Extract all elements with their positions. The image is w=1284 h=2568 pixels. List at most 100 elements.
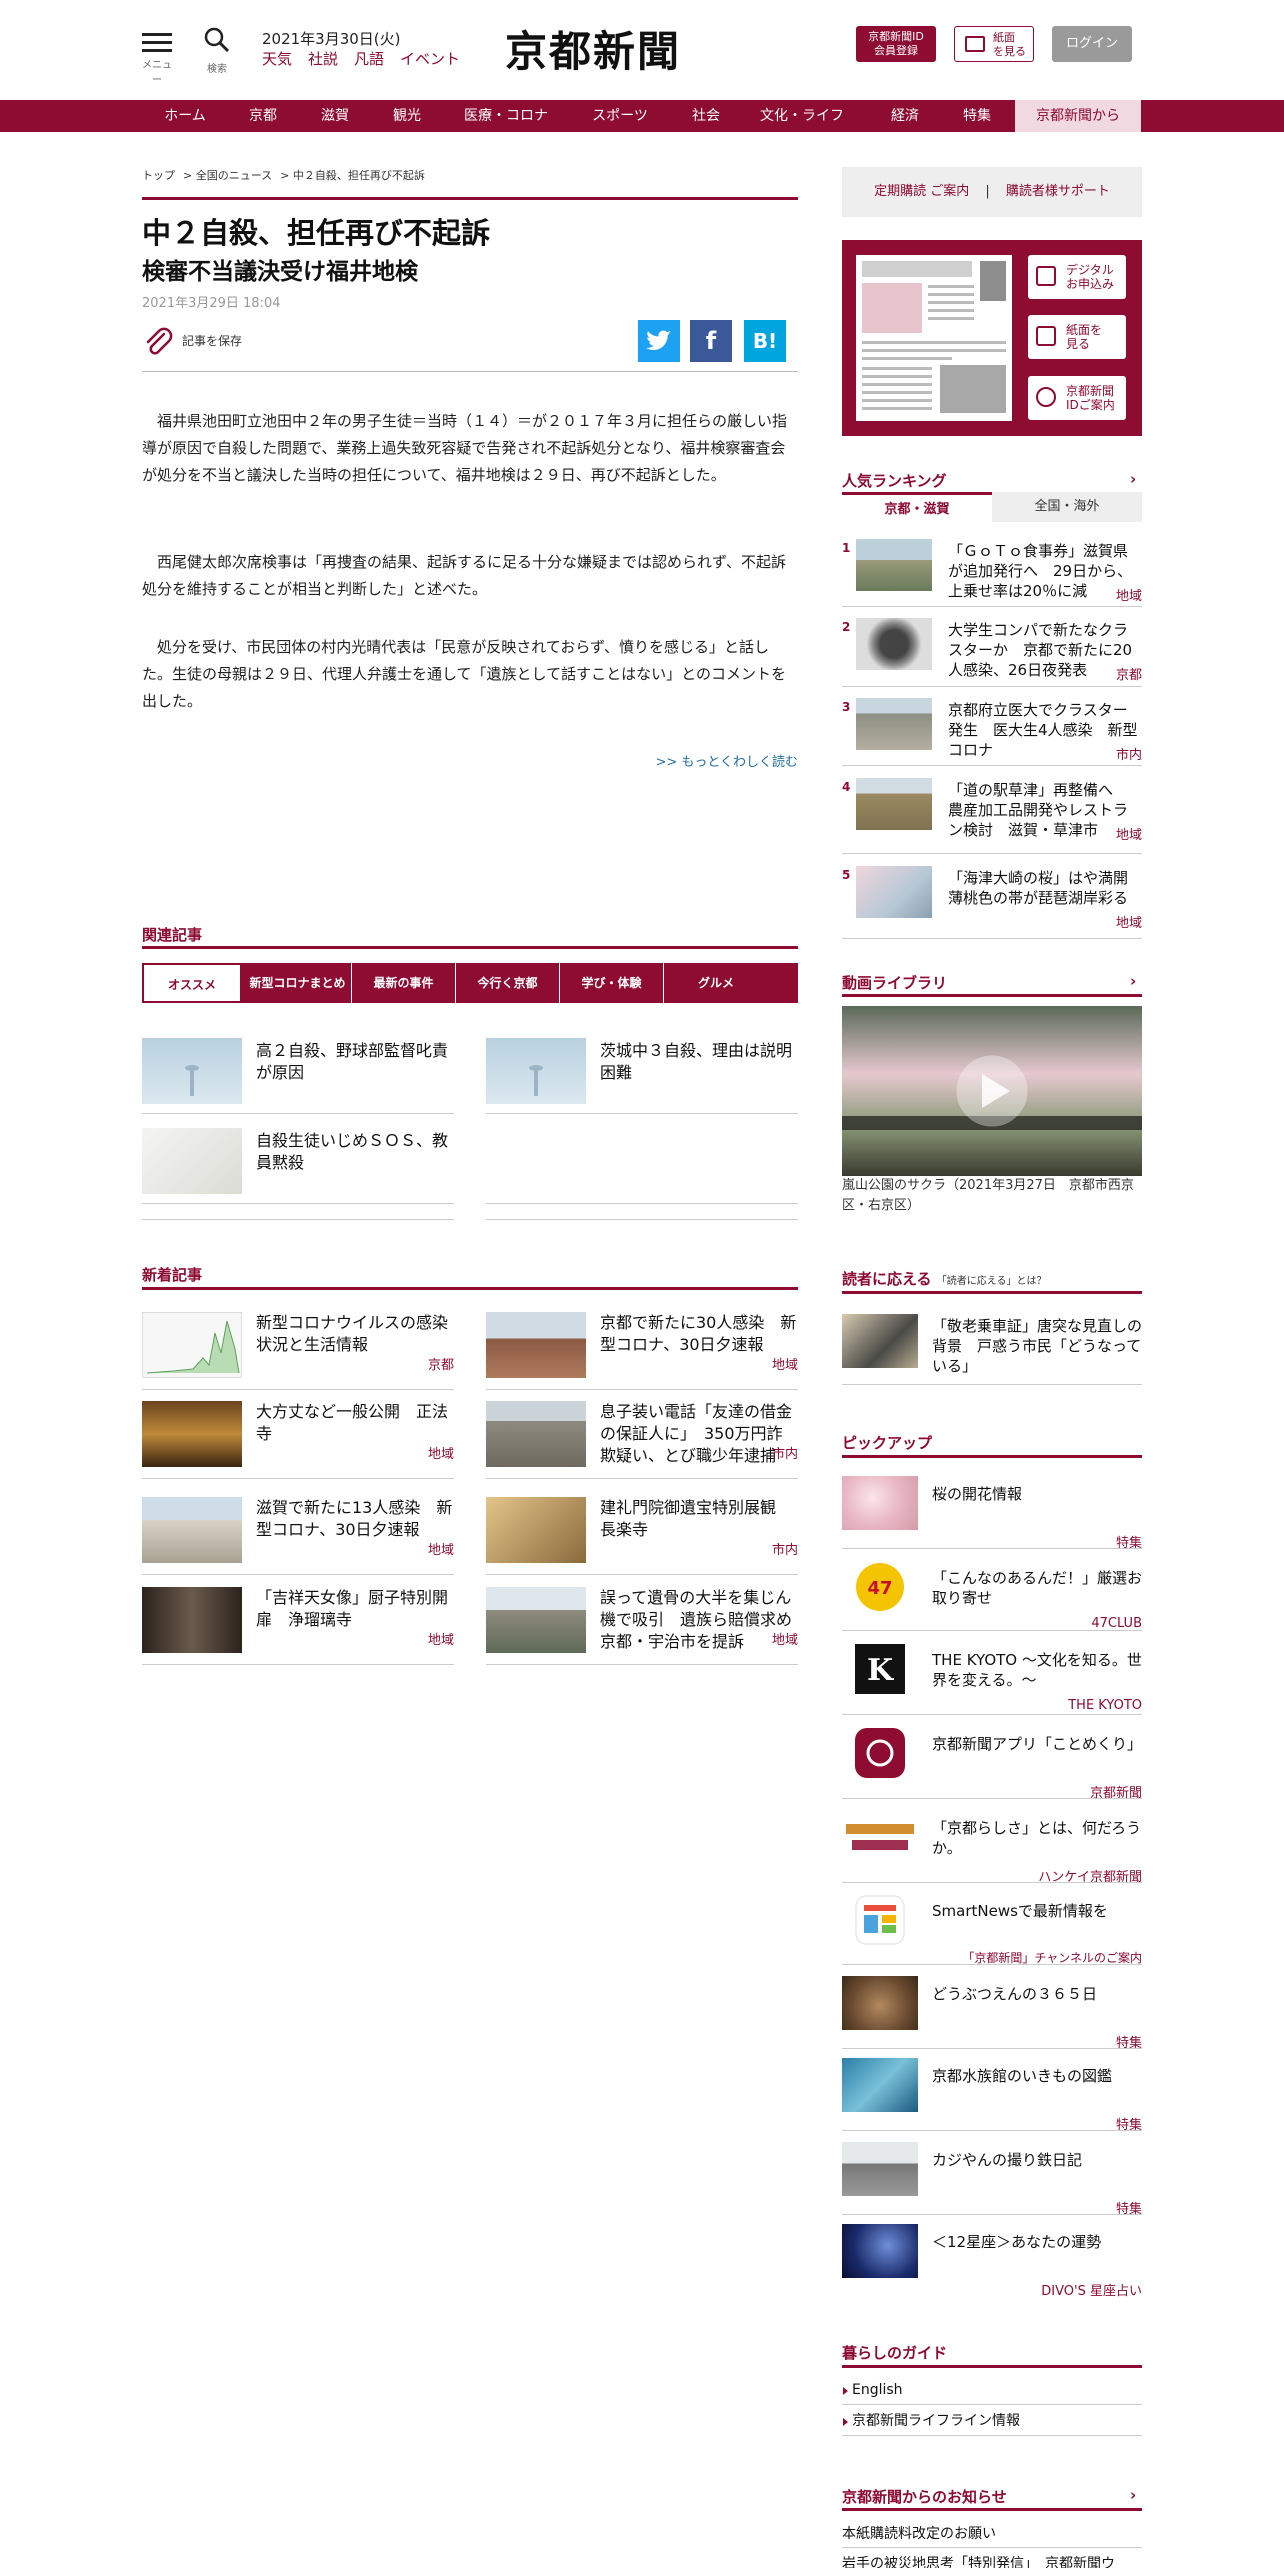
weather-link[interactable]: 天気 [262, 50, 292, 68]
news-thumbnail [142, 1497, 242, 1563]
nav-from-kyoto-np[interactable]: 京都新聞から [1015, 100, 1141, 132]
news-item[interactable]: 建礼門院御遺宝特別展観 長楽寺 市内 [486, 1497, 798, 1577]
news-item[interactable]: 「吉祥天女像」厨子特別開扉 浄瑠璃寺 地域 [142, 1587, 454, 1667]
newspaper-icon [965, 36, 985, 52]
article-paragraph: 処分を受け、市民団体の村内光晴代表は「民意が反映されておらず、憤りを感じる」と話… [142, 638, 786, 710]
chevron-right-icon[interactable]: › [1130, 2486, 1136, 2504]
twitter-share-button[interactable] [638, 320, 680, 362]
pickup-item[interactable]: 桜の開花情報 特集 [842, 1476, 1142, 1558]
list-divider [486, 1113, 798, 1114]
nav-medical[interactable]: 医療・コロナ [452, 100, 560, 132]
id-info-button[interactable]: 京都新聞 IDご案内 [1028, 376, 1126, 420]
reader-note-link[interactable]: 「読者に応える」とは？ [937, 1276, 1047, 1287]
event-link[interactable]: イベント [400, 50, 460, 68]
save-article-button[interactable]: 記事を保存 [142, 326, 242, 356]
tab-learning[interactable]: 学び・体験 [560, 963, 664, 1003]
header-links: 天気 社説 凡語 イベント [262, 48, 476, 69]
notice-item[interactable]: 岩手の被災地思考「特別発信」 京都新聞ウ [842, 2552, 1142, 2568]
list-divider [842, 2214, 1142, 2215]
news-item[interactable]: 京都で新たに30人感染 新型コロナ、30日夕速報 地域 [486, 1312, 798, 1392]
editorial-link[interactable]: 社説 [308, 50, 338, 68]
ranking-tab-kyoto-shiga[interactable]: 京都・滋賀 [842, 492, 992, 522]
english-link[interactable]: English [842, 2375, 1142, 2405]
list-divider [842, 1714, 1142, 1715]
pickup-item[interactable]: 京都水族館のいきもの図鑑 特集 [842, 2058, 1142, 2140]
list-divider [142, 1113, 454, 1114]
id-register-label-1: 京都新聞ID [868, 30, 924, 43]
pickup-item[interactable]: カジやんの撮り鉄日記 特集 [842, 2142, 1142, 2224]
newspaper-thumbnail[interactable] [856, 255, 1012, 421]
nav-feature[interactable]: 特集 [944, 100, 1010, 132]
news-text: 「吉祥天女像」厨子特別開扉 浄瑠璃寺 [256, 1588, 449, 1629]
pickup-item[interactable]: SmartNewsで最新情報を 「京都新聞」チャンネルのご案内 [842, 1893, 1142, 1975]
hamburger-icon-bar [142, 49, 172, 52]
newspaper-front-page-image [862, 261, 1006, 413]
notice-item[interactable]: 本紙購読料改定のお願い [842, 2520, 1142, 2548]
site-logo[interactable]: 京都新聞 [505, 18, 681, 79]
pickup-item[interactable]: どうぶつえんの３６５日 特集 [842, 1976, 1142, 2058]
news-item[interactable]: 新型コロナウイルスの感染状況と生活情報 京都 [142, 1312, 454, 1392]
nav-sports[interactable]: スポーツ [572, 100, 668, 132]
facebook-share-button[interactable]: f [690, 320, 732, 362]
id-register-button[interactable]: 京都新聞ID 会員登録 [856, 26, 936, 62]
view-paper-side-button[interactable]: 紙面を 見る [1028, 315, 1126, 359]
news-thumbnail [142, 1587, 242, 1653]
read-more-link[interactable]: >> もっとくわしく読む [640, 751, 798, 770]
chevron-right-icon[interactable]: › [1130, 972, 1136, 990]
ranking-tab-national[interactable]: 全国・海外 [992, 492, 1142, 522]
view-paper-button[interactable]: 紙面 を見る [954, 26, 1034, 62]
ranking-item[interactable]: 4 「道の駅草津」再整備へ 農産加工品開発やレストラン検討 滋賀・草津市 地域 [842, 778, 1142, 856]
news-text: 建礼門院御遺宝特別展観 長楽寺 [600, 1498, 793, 1539]
breadcrumb-national[interactable]: > 全国のニュース [183, 169, 272, 182]
related-thumbnail [486, 1038, 586, 1104]
tab-corona[interactable]: 新型コロナまとめ [244, 963, 352, 1003]
related-thumbnail [142, 1038, 242, 1104]
nav-economy[interactable]: 経済 [870, 100, 940, 132]
support-link[interactable]: 購読者様サポート [1006, 184, 1110, 199]
nav-tourism[interactable]: 観光 [372, 100, 442, 132]
menu-button[interactable]: メニュー [140, 28, 174, 86]
news-text: 新型コロナウイルスの感染状況と生活情報 [256, 1313, 449, 1354]
nav-home[interactable]: ホーム [150, 100, 220, 132]
search-button[interactable]: 検索 [200, 26, 234, 75]
news-item[interactable]: 滋賀で新たに13人感染 新型コロナ、30日夕速報 地域 [142, 1497, 454, 1577]
rank-number: 2 [842, 620, 851, 634]
latest-rule [142, 1287, 798, 1290]
pickup-item[interactable]: 「京都らしさ」とは、何だろうか。 ハンケイ京都新聞 [842, 1810, 1142, 1892]
bongo-link[interactable]: 凡語 [354, 50, 384, 68]
news-item[interactable]: 大方丈など一般公開 正法寺 地域 [142, 1401, 454, 1481]
tab-recommend[interactable]: オススメ [142, 963, 242, 1003]
login-button[interactable]: ログイン [1052, 26, 1132, 62]
tab-go-kyoto[interactable]: 今行く京都 [456, 963, 560, 1003]
news-item[interactable]: 息子装い電話「友達の借金の保証人に」 350万円詐欺疑い、とび職少年逮捕 市内 [486, 1401, 798, 1481]
chevron-right-icon[interactable]: › [1130, 470, 1136, 488]
tab-gourmet[interactable]: グルメ [664, 963, 768, 1003]
news-item[interactable]: 誤って遺骨の大半を集じん機で吸引 遺族ら賠償求め京都・宇治市を提訴 地域 [486, 1587, 798, 1667]
hatena-share-button[interactable]: B! [744, 320, 786, 362]
ranking-item[interactable]: 2 大学生コンパで新たなクラスターか 京都で新たに20人感染、26日夜発表 京都 [842, 618, 1142, 696]
video-rule [842, 994, 1142, 997]
lifeline-link[interactable]: 京都新聞ライフライン情報 [842, 2406, 1142, 2436]
breadcrumb-top[interactable]: トップ [142, 169, 175, 182]
pickup-item[interactable]: 京都新聞アプリ「ことめくり」 京都新聞 [842, 1726, 1142, 1808]
subscribe-link[interactable]: 定期購読 ご案内 [874, 184, 969, 199]
pickup-item[interactable]: ＜12星座＞あなたの運勢 DIVO'S 星座占い [842, 2224, 1142, 2306]
rank-text: 京都府立医大でクラスター発生 医大生4人感染 新型コロナ [948, 701, 1138, 759]
list-divider [842, 2130, 1142, 2131]
video-player[interactable] [842, 1006, 1142, 1176]
article-divider [142, 371, 798, 372]
header-date: 2021年3月30日(火) [262, 30, 401, 48]
reader-title-text: 読者に応える [842, 1270, 932, 1288]
news-text: 大方丈など一般公開 正法寺 [256, 1402, 449, 1443]
nav-shiga[interactable]: 滋賀 [300, 100, 370, 132]
digital-subscribe-button[interactable]: デジタル お申込み [1028, 255, 1126, 299]
nav-society[interactable]: 社会 [676, 100, 736, 132]
ranking-item[interactable]: 5 「海津大崎の桜」はや満開 薄桃色の帯が琵琶湖岸彩る 地域 [842, 866, 1143, 944]
news-thumbnail [486, 1587, 586, 1653]
nav-kyoto[interactable]: 京都 [228, 100, 298, 132]
tab-incidents[interactable]: 最新の事件 [352, 963, 456, 1003]
pickup-text: THE KYOTO ～文化を知る。世界を変える。～ [932, 1651, 1142, 1689]
pickup-item[interactable]: K THE KYOTO ～文化を知る。世界を変える。～ THE KYOTO [842, 1642, 1142, 1724]
nav-culture[interactable]: 文化・ライフ [752, 100, 852, 132]
rank-thumbnail [856, 866, 932, 918]
